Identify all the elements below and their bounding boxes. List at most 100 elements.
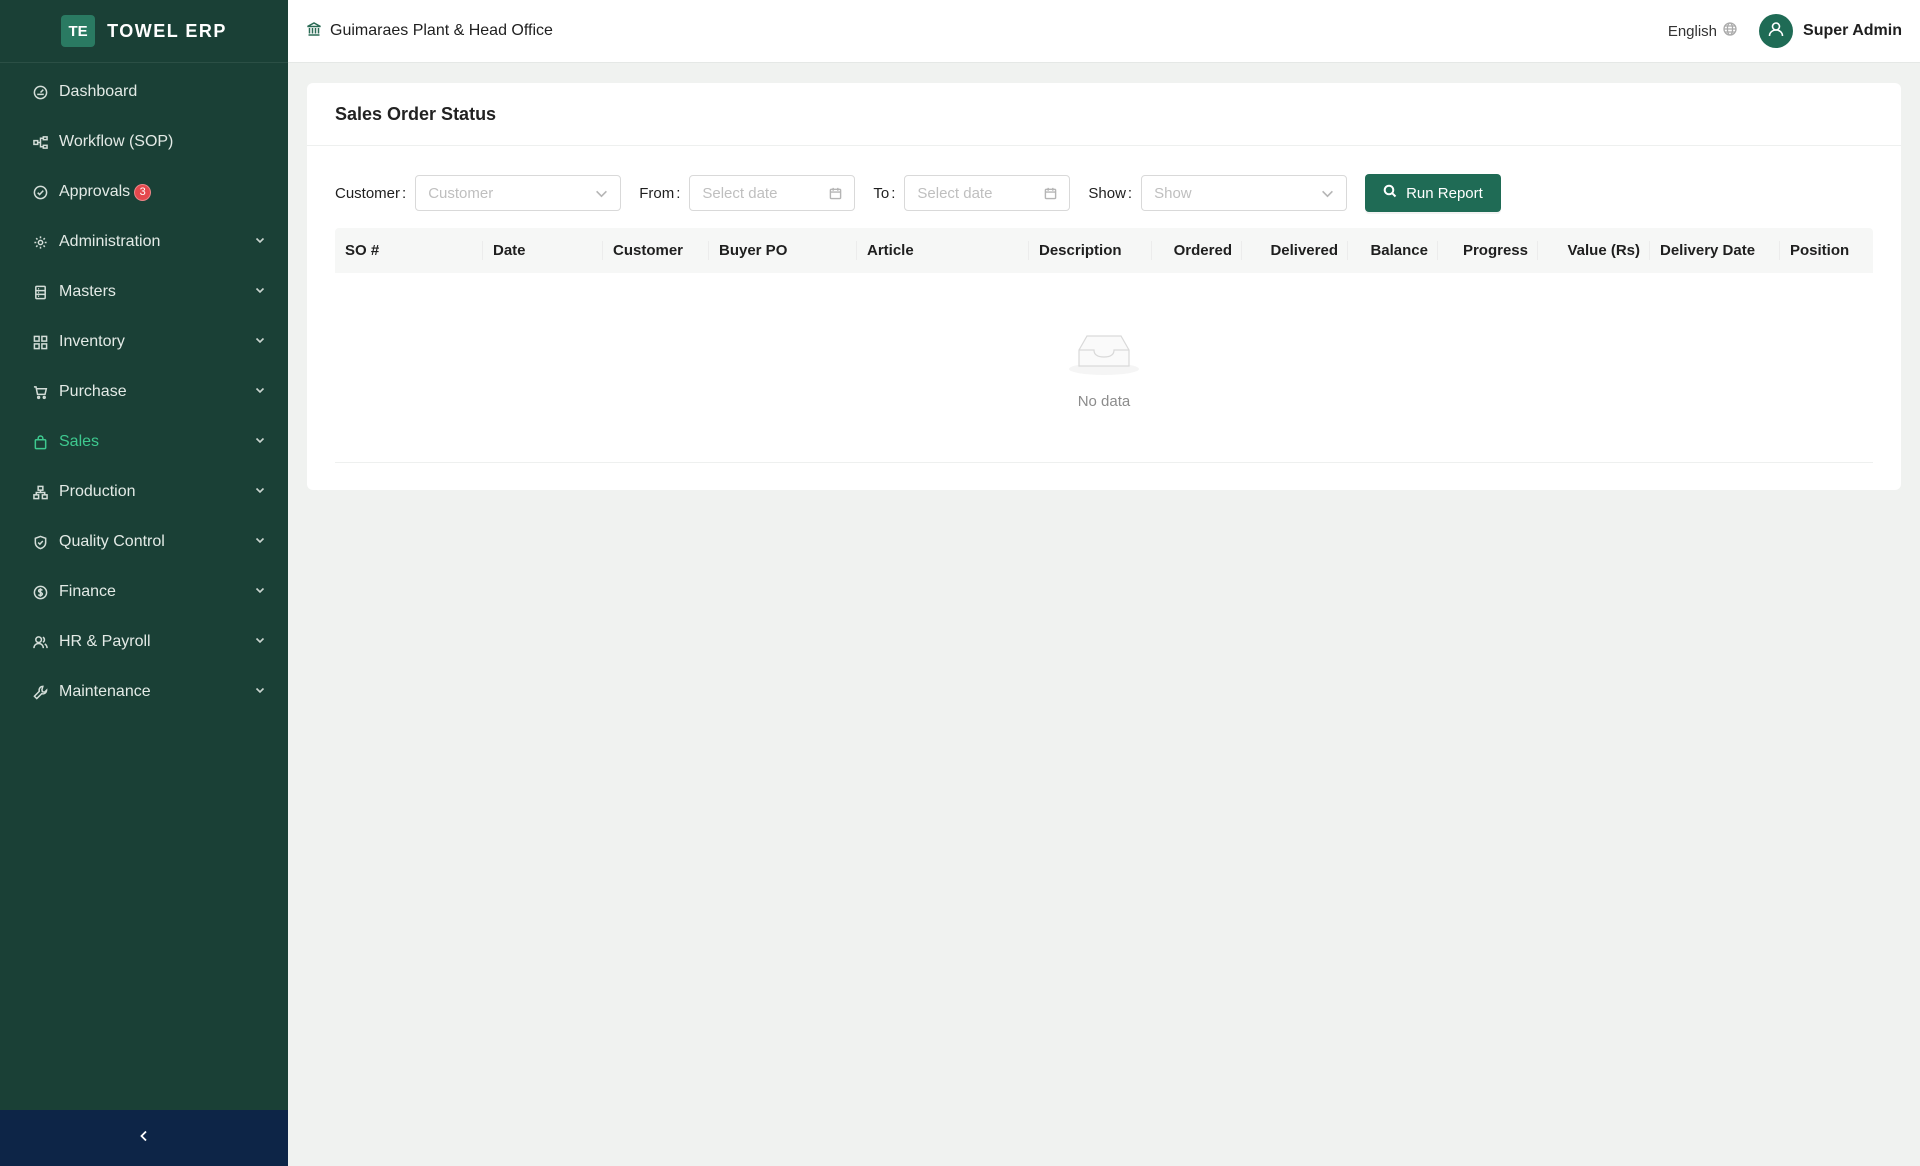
chevron-down-icon bbox=[254, 683, 266, 701]
column-header-date[interactable]: Date bbox=[483, 228, 603, 273]
brand-name: TOWEL ERP bbox=[107, 20, 227, 41]
sidebar-item-quality-control[interactable]: Quality Control bbox=[0, 517, 288, 567]
brand[interactable]: TE TOWEL ERP bbox=[0, 0, 288, 63]
column-header-customer[interactable]: Customer bbox=[603, 228, 709, 273]
sidebar-item-label: Production bbox=[59, 483, 136, 500]
chevron-down-icon bbox=[254, 283, 266, 301]
sidebar-item-administration[interactable]: Administration bbox=[0, 217, 288, 267]
sidebar-item-label: Sales bbox=[59, 433, 100, 450]
sidebar-item-label: Administration bbox=[59, 233, 161, 250]
sidebar-item-inventory[interactable]: Inventory bbox=[0, 317, 288, 367]
chevron-down-icon bbox=[596, 190, 608, 197]
column-header-balance[interactable]: Balance bbox=[1348, 228, 1438, 273]
table-body: No data bbox=[335, 273, 1873, 463]
check-circle-icon bbox=[32, 184, 48, 200]
to-filter-label: To: bbox=[873, 184, 896, 202]
run-report-label: Run Report bbox=[1406, 184, 1483, 202]
search-icon bbox=[1383, 184, 1397, 202]
chevron-down-icon bbox=[254, 533, 266, 551]
show-filter-label: Show: bbox=[1088, 184, 1133, 202]
sidebar-item-label: Workflow (SOP) bbox=[59, 133, 174, 150]
globe-icon bbox=[1723, 22, 1737, 40]
chevron-down-icon bbox=[254, 233, 266, 251]
to-date-picker[interactable]: Select date bbox=[904, 175, 1071, 211]
brand-logo: TE bbox=[61, 15, 96, 47]
show-select-placeholder: Show bbox=[1154, 184, 1192, 202]
from-filter-label: From: bbox=[639, 184, 681, 202]
sidebar: TE TOWEL ERP Dashboard Workflow (SOP) Ap… bbox=[0, 0, 288, 1166]
bank-icon bbox=[306, 21, 322, 42]
cluster-icon bbox=[32, 484, 48, 500]
grid-icon bbox=[32, 334, 48, 350]
page-title: Sales Order Status bbox=[307, 83, 1901, 146]
sidebar-item-dashboard[interactable]: Dashboard bbox=[0, 67, 288, 117]
chevron-down-icon bbox=[254, 333, 266, 351]
sidebar-item-label: Dashboard bbox=[59, 83, 138, 100]
shopping-bag-icon bbox=[32, 434, 48, 450]
top-header: Guimaraes Plant & Head Office English Su… bbox=[288, 0, 1920, 63]
sidebar-nav: Dashboard Workflow (SOP) Approvals 3 Adm… bbox=[0, 63, 288, 717]
sidebar-item-sales[interactable]: Sales bbox=[0, 417, 288, 467]
sidebar-item-masters[interactable]: Masters bbox=[0, 267, 288, 317]
column-header-delivery-date[interactable]: Delivery Date bbox=[1650, 228, 1780, 273]
sidebar-item-maintenance[interactable]: Maintenance bbox=[0, 667, 288, 717]
column-header-ordered[interactable]: Ordered bbox=[1152, 228, 1242, 273]
workflow-icon bbox=[32, 134, 48, 150]
dollar-circle-icon bbox=[32, 584, 48, 600]
column-header-article[interactable]: Article bbox=[857, 228, 1029, 273]
column-header-delivered[interactable]: Delivered bbox=[1242, 228, 1348, 273]
chevron-down-icon bbox=[254, 383, 266, 401]
team-icon bbox=[32, 634, 48, 650]
customer-select-placeholder: Customer bbox=[428, 184, 494, 202]
customer-filter-label: Customer: bbox=[335, 184, 407, 202]
column-header-buyer-po[interactable]: Buyer PO bbox=[709, 228, 857, 273]
chevron-left-icon bbox=[137, 1129, 151, 1148]
chevron-down-icon bbox=[1322, 190, 1334, 197]
column-header-so-number[interactable]: SO # bbox=[335, 228, 483, 273]
tool-icon bbox=[32, 684, 48, 700]
sidebar-item-finance[interactable]: Finance bbox=[0, 567, 288, 617]
report-card: Sales Order Status Customer: Customer Fr… bbox=[307, 83, 1901, 490]
cart-icon bbox=[32, 384, 48, 400]
user-menu[interactable]: Super Admin bbox=[1759, 14, 1902, 48]
dashboard-icon bbox=[32, 84, 48, 100]
sidebar-item-purchase[interactable]: Purchase bbox=[0, 367, 288, 417]
calendar-icon bbox=[830, 187, 842, 199]
show-select[interactable]: Show bbox=[1141, 175, 1348, 211]
run-report-button[interactable]: Run Report bbox=[1365, 174, 1501, 212]
column-header-value[interactable]: Value (Rs) bbox=[1538, 228, 1650, 273]
sidebar-item-hr-payroll[interactable]: HR & Payroll bbox=[0, 617, 288, 667]
sidebar-item-label: Inventory bbox=[59, 333, 125, 350]
empty-state-text: No data bbox=[1077, 392, 1131, 410]
sales-order-table: SO # Date Customer Buyer PO Article Desc… bbox=[335, 228, 1873, 463]
table-header: SO # Date Customer Buyer PO Article Desc… bbox=[335, 228, 1873, 273]
column-header-description[interactable]: Description bbox=[1029, 228, 1152, 273]
sidebar-item-label: HR & Payroll bbox=[59, 633, 151, 650]
sidebar-item-label: Approvals bbox=[59, 183, 131, 200]
column-header-progress[interactable]: Progress bbox=[1438, 228, 1538, 273]
language-selector[interactable]: English bbox=[1668, 22, 1737, 40]
column-header-position[interactable]: Position bbox=[1780, 228, 1873, 273]
language-label: English bbox=[1667, 22, 1718, 40]
org-selector[interactable]: Guimaraes Plant & Head Office bbox=[306, 21, 553, 42]
sidebar-item-approvals[interactable]: Approvals 3 bbox=[0, 167, 288, 217]
sidebar-item-production[interactable]: Production bbox=[0, 467, 288, 517]
user-name: Super Admin bbox=[1803, 22, 1902, 39]
gear-icon bbox=[32, 234, 48, 250]
sidebar-item-label: Purchase bbox=[59, 383, 127, 400]
from-date-picker[interactable]: Select date bbox=[689, 175, 856, 211]
customer-select[interactable]: Customer bbox=[415, 175, 622, 211]
calendar-icon bbox=[1045, 187, 1057, 199]
to-date-placeholder: Select date bbox=[917, 184, 993, 202]
from-date-placeholder: Select date bbox=[702, 184, 778, 202]
sidebar-item-label: Finance bbox=[59, 583, 116, 600]
chevron-down-icon bbox=[254, 633, 266, 651]
empty-inbox-icon bbox=[1067, 326, 1141, 381]
sidebar-collapse-button[interactable] bbox=[0, 1110, 288, 1166]
chevron-down-icon bbox=[254, 483, 266, 501]
user-icon bbox=[1767, 20, 1785, 43]
sidebar-item-workflow[interactable]: Workflow (SOP) bbox=[0, 117, 288, 167]
sidebar-item-label: Masters bbox=[59, 283, 116, 300]
filter-bar: Customer: Customer From: Select date To:… bbox=[335, 174, 1501, 212]
sidebar-item-label: Maintenance bbox=[59, 683, 151, 700]
